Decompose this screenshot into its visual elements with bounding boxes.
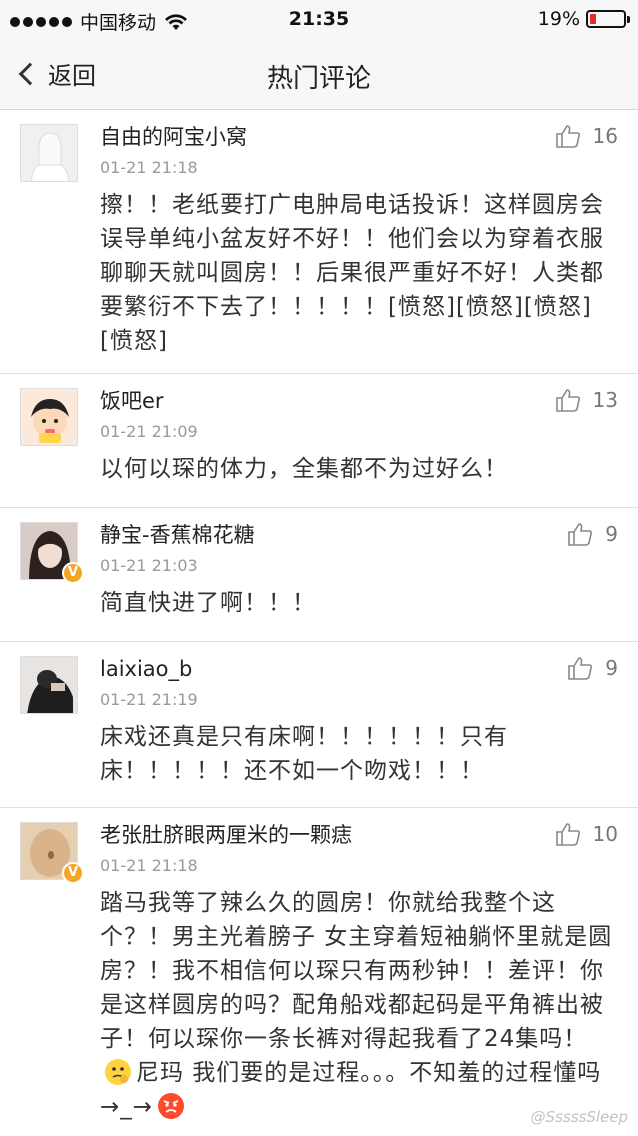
comment-content: 踏马我等了辣么久的圆房！你就给我整个这个？！男主光着膀子 女主穿着短袖躺怀里就是… [100, 882, 618, 1128]
battery-icon [586, 10, 630, 28]
thumbs-up-icon [568, 523, 593, 546]
like-count: 13 [592, 388, 618, 412]
comment-time: 01-21 21:19 [100, 690, 198, 709]
cartoon-avatar[interactable] [20, 388, 78, 446]
thumbs-up-icon [555, 125, 580, 148]
like-count: 16 [592, 124, 618, 148]
comment-username[interactable]: 自由的阿宝小窝 [100, 122, 618, 152]
comment-item: 饭吧er 01-21 21:09 以何以琛的体力，全集都不为过好么！ 13 [0, 374, 638, 508]
photo-avatar[interactable] [20, 656, 78, 714]
comment-item: laixiao_b 01-21 21:19 床戏还真是只有床啊！！！！！！只有床… [0, 642, 638, 808]
battery-percent: 19% [537, 8, 580, 30]
navigation-bar: 返回 热门评论 [0, 40, 638, 110]
angry-emoji-icon [158, 1093, 185, 1119]
page-title: 热门评论 [266, 64, 371, 94]
comment-list: 自由的阿宝小窝 01-21 21:18 擦！！老纸要打广电肿局电话投诉！这样圆房… [0, 110, 638, 1136]
thumbs-up-icon [555, 823, 580, 846]
thumbs-up-icon [555, 389, 580, 412]
default-avatar-icon[interactable] [20, 124, 78, 182]
like-count: 10 [592, 822, 618, 846]
comment-username[interactable]: 老张肚脐眼两厘米的一颗痣 [100, 820, 618, 850]
verified-badge-icon: V [62, 862, 84, 884]
comment-item: 自由的阿宝小窝 01-21 21:18 擦！！老纸要打广电肿局电话投诉！这样圆房… [0, 110, 638, 374]
comment-username[interactable]: 饭吧er [100, 386, 618, 416]
comment-username[interactable]: laixiao_b [100, 654, 618, 684]
comment-item: V 老张肚脐眼两厘米的一颗痣 01-21 21:18 踏马我等了辣么久的圆房！你… [0, 808, 638, 1136]
like-button[interactable]: 13 [555, 388, 618, 412]
like-button[interactable]: 9 [567, 522, 618, 546]
comment-time: 01-21 21:18 [100, 158, 198, 177]
status-right: 19% [537, 8, 630, 30]
battery-level [590, 14, 596, 24]
comment-text-part: 踏马我等了辣么久的圆房！你就给我整个这个？！男主光着膀子 女主穿着短袖躺怀里就是… [100, 890, 613, 1052]
comment-content: 简直快进了啊！！！ [100, 590, 316, 616]
verified-badge-icon: V [62, 562, 84, 584]
comment-content: 床戏还真是只有床啊！！！！！！只有床！！！！！还不如一个吻戏！！！ [100, 724, 508, 784]
watermark: @SssssSleep [530, 1108, 628, 1126]
comment-content: 擦！！老纸要打广电肿局电话投诉！这样圆房会误导单纯小盆友好不好！！他们会以为穿着… [100, 192, 604, 354]
like-button[interactable]: 16 [555, 124, 618, 148]
like-count: 9 [605, 656, 618, 680]
comment-item: V 静宝-香蕉棉花糖 01-21 21:03 简直快进了啊！！！ 9 [0, 508, 638, 642]
like-button[interactable]: 9 [567, 656, 618, 680]
like-count: 9 [605, 522, 618, 546]
comment-username[interactable]: 静宝-香蕉棉花糖 [100, 520, 618, 550]
thinking-emoji-icon [105, 1059, 131, 1085]
status-bar: 中国移动 21:35 19% [0, 0, 638, 40]
like-button[interactable]: 10 [555, 822, 618, 846]
comment-time: 01-21 21:18 [100, 856, 198, 875]
comment-time: 01-21 21:09 [100, 422, 198, 441]
comment-time: 01-21 21:03 [100, 556, 198, 575]
thumbs-up-icon [568, 657, 593, 680]
comment-content: 以何以琛的体力，全集都不为过好么！ [100, 456, 508, 482]
